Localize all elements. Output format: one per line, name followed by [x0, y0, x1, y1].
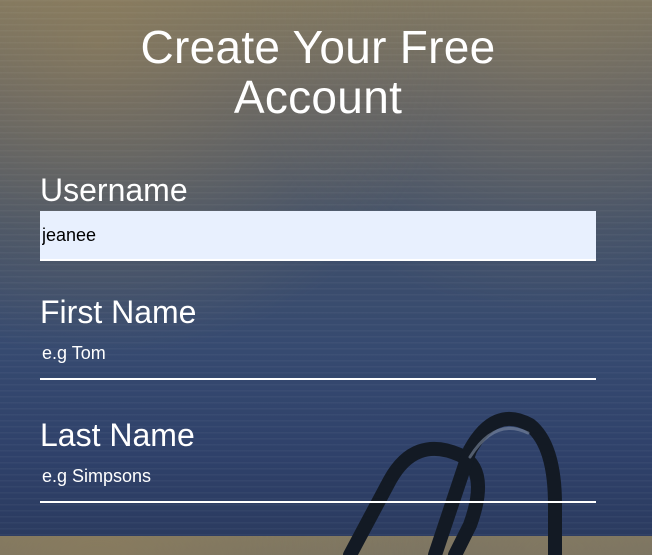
username-label: Username: [40, 172, 188, 208]
title-line-2: Account: [233, 71, 403, 123]
signup-form: Create Your Free Account Username First …: [40, 0, 596, 503]
title-line-1: Create Your Free: [140, 21, 496, 73]
last-name-field-group: Last Name: [40, 417, 596, 503]
page-title: Create Your Free Account: [40, 22, 596, 122]
first-name-field-group: First Name: [40, 294, 596, 380]
first-name-label: First Name: [40, 294, 197, 330]
username-input[interactable]: [40, 211, 596, 261]
last-name-label: Last Name: [40, 417, 195, 453]
first-name-input[interactable]: [40, 338, 596, 380]
username-field-group: Username: [40, 172, 596, 261]
last-name-input[interactable]: [40, 461, 596, 503]
